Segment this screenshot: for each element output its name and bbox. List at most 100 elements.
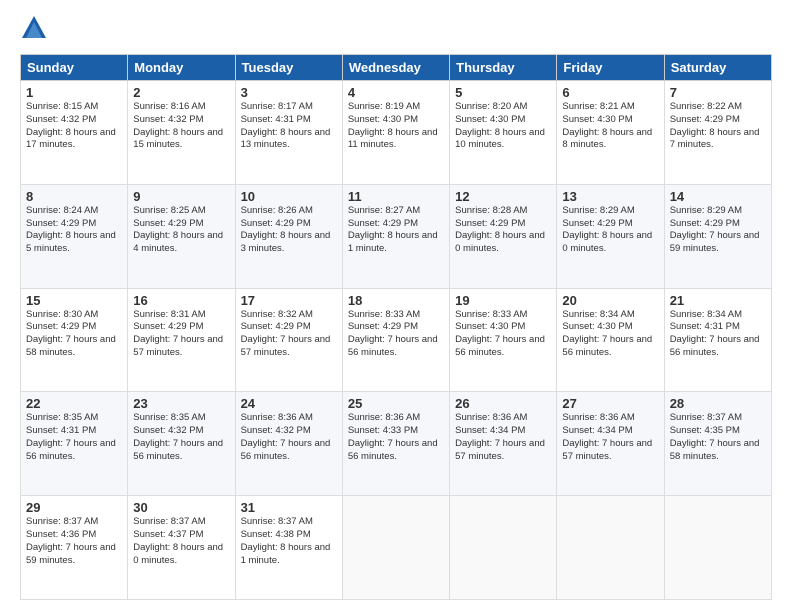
day-number: 13 — [562, 189, 658, 204]
calendar-cell: 23 Sunrise: 8:35 AMSunset: 4:32 PMDaylig… — [128, 392, 235, 496]
calendar-week-row: 8 Sunrise: 8:24 AMSunset: 4:29 PMDayligh… — [21, 184, 772, 288]
day-number: 4 — [348, 85, 444, 100]
day-number: 20 — [562, 293, 658, 308]
day-number: 22 — [26, 396, 122, 411]
day-info: Sunrise: 8:35 AMSunset: 4:32 PMDaylight:… — [133, 412, 229, 463]
day-info: Sunrise: 8:15 AMSunset: 4:32 PMDaylight:… — [26, 101, 122, 152]
day-info: Sunrise: 8:36 AMSunset: 4:32 PMDaylight:… — [241, 412, 337, 463]
calendar-cell: 4 Sunrise: 8:19 AMSunset: 4:30 PMDayligh… — [342, 81, 449, 185]
weekday-header: Wednesday — [342, 55, 449, 81]
day-info: Sunrise: 8:28 AMSunset: 4:29 PMDaylight:… — [455, 205, 551, 256]
calendar-cell: 20 Sunrise: 8:34 AMSunset: 4:30 PMDaylig… — [557, 288, 664, 392]
day-info: Sunrise: 8:24 AMSunset: 4:29 PMDaylight:… — [26, 205, 122, 256]
weekday-header: Saturday — [664, 55, 771, 81]
day-number: 7 — [670, 85, 766, 100]
day-info: Sunrise: 8:33 AMSunset: 4:29 PMDaylight:… — [348, 309, 444, 360]
logo-icon — [20, 14, 48, 42]
day-number: 2 — [133, 85, 229, 100]
calendar-week-row: 15 Sunrise: 8:30 AMSunset: 4:29 PMDaylig… — [21, 288, 772, 392]
calendar-cell: 28 Sunrise: 8:37 AMSunset: 4:35 PMDaylig… — [664, 392, 771, 496]
calendar-week-row: 22 Sunrise: 8:35 AMSunset: 4:31 PMDaylig… — [21, 392, 772, 496]
day-number: 30 — [133, 500, 229, 515]
day-number: 5 — [455, 85, 551, 100]
day-info: Sunrise: 8:37 AMSunset: 4:38 PMDaylight:… — [241, 516, 337, 567]
day-info: Sunrise: 8:16 AMSunset: 4:32 PMDaylight:… — [133, 101, 229, 152]
day-info: Sunrise: 8:25 AMSunset: 4:29 PMDaylight:… — [133, 205, 229, 256]
day-number: 23 — [133, 396, 229, 411]
calendar-cell: 31 Sunrise: 8:37 AMSunset: 4:38 PMDaylig… — [235, 496, 342, 600]
calendar-page: SundayMondayTuesdayWednesdayThursdayFrid… — [0, 0, 792, 612]
calendar-cell: 2 Sunrise: 8:16 AMSunset: 4:32 PMDayligh… — [128, 81, 235, 185]
day-info: Sunrise: 8:27 AMSunset: 4:29 PMDaylight:… — [348, 205, 444, 256]
day-info: Sunrise: 8:29 AMSunset: 4:29 PMDaylight:… — [562, 205, 658, 256]
day-info: Sunrise: 8:32 AMSunset: 4:29 PMDaylight:… — [241, 309, 337, 360]
day-info: Sunrise: 8:34 AMSunset: 4:31 PMDaylight:… — [670, 309, 766, 360]
day-info: Sunrise: 8:35 AMSunset: 4:31 PMDaylight:… — [26, 412, 122, 463]
day-info: Sunrise: 8:37 AMSunset: 4:35 PMDaylight:… — [670, 412, 766, 463]
calendar-cell: 6 Sunrise: 8:21 AMSunset: 4:30 PMDayligh… — [557, 81, 664, 185]
day-number: 12 — [455, 189, 551, 204]
calendar-cell: 1 Sunrise: 8:15 AMSunset: 4:32 PMDayligh… — [21, 81, 128, 185]
weekday-header: Thursday — [450, 55, 557, 81]
calendar-cell: 25 Sunrise: 8:36 AMSunset: 4:33 PMDaylig… — [342, 392, 449, 496]
day-number: 11 — [348, 189, 444, 204]
weekday-header: Tuesday — [235, 55, 342, 81]
day-number: 16 — [133, 293, 229, 308]
calendar-cell: 29 Sunrise: 8:37 AMSunset: 4:36 PMDaylig… — [21, 496, 128, 600]
day-info: Sunrise: 8:20 AMSunset: 4:30 PMDaylight:… — [455, 101, 551, 152]
calendar-cell: 19 Sunrise: 8:33 AMSunset: 4:30 PMDaylig… — [450, 288, 557, 392]
calendar-cell — [450, 496, 557, 600]
day-info: Sunrise: 8:36 AMSunset: 4:34 PMDaylight:… — [562, 412, 658, 463]
day-number: 14 — [670, 189, 766, 204]
day-number: 28 — [670, 396, 766, 411]
day-number: 9 — [133, 189, 229, 204]
weekday-header-row: SundayMondayTuesdayWednesdayThursdayFrid… — [21, 55, 772, 81]
day-number: 21 — [670, 293, 766, 308]
day-number: 26 — [455, 396, 551, 411]
day-number: 31 — [241, 500, 337, 515]
day-number: 3 — [241, 85, 337, 100]
day-info: Sunrise: 8:21 AMSunset: 4:30 PMDaylight:… — [562, 101, 658, 152]
calendar-cell: 21 Sunrise: 8:34 AMSunset: 4:31 PMDaylig… — [664, 288, 771, 392]
weekday-header: Monday — [128, 55, 235, 81]
calendar-cell: 9 Sunrise: 8:25 AMSunset: 4:29 PMDayligh… — [128, 184, 235, 288]
day-number: 29 — [26, 500, 122, 515]
day-number: 24 — [241, 396, 337, 411]
day-number: 6 — [562, 85, 658, 100]
calendar-cell: 26 Sunrise: 8:36 AMSunset: 4:34 PMDaylig… — [450, 392, 557, 496]
logo — [20, 16, 52, 44]
calendar-cell: 5 Sunrise: 8:20 AMSunset: 4:30 PMDayligh… — [450, 81, 557, 185]
calendar-cell: 14 Sunrise: 8:29 AMSunset: 4:29 PMDaylig… — [664, 184, 771, 288]
day-info: Sunrise: 8:36 AMSunset: 4:34 PMDaylight:… — [455, 412, 551, 463]
calendar-cell: 3 Sunrise: 8:17 AMSunset: 4:31 PMDayligh… — [235, 81, 342, 185]
calendar-cell: 7 Sunrise: 8:22 AMSunset: 4:29 PMDayligh… — [664, 81, 771, 185]
calendar-table: SundayMondayTuesdayWednesdayThursdayFrid… — [20, 54, 772, 600]
day-number: 10 — [241, 189, 337, 204]
calendar-week-row: 29 Sunrise: 8:37 AMSunset: 4:36 PMDaylig… — [21, 496, 772, 600]
calendar-cell: 22 Sunrise: 8:35 AMSunset: 4:31 PMDaylig… — [21, 392, 128, 496]
day-info: Sunrise: 8:37 AMSunset: 4:37 PMDaylight:… — [133, 516, 229, 567]
day-number: 25 — [348, 396, 444, 411]
calendar-cell: 8 Sunrise: 8:24 AMSunset: 4:29 PMDayligh… — [21, 184, 128, 288]
day-number: 18 — [348, 293, 444, 308]
day-info: Sunrise: 8:31 AMSunset: 4:29 PMDaylight:… — [133, 309, 229, 360]
day-info: Sunrise: 8:34 AMSunset: 4:30 PMDaylight:… — [562, 309, 658, 360]
calendar-cell: 18 Sunrise: 8:33 AMSunset: 4:29 PMDaylig… — [342, 288, 449, 392]
calendar-cell: 27 Sunrise: 8:36 AMSunset: 4:34 PMDaylig… — [557, 392, 664, 496]
day-info: Sunrise: 8:37 AMSunset: 4:36 PMDaylight:… — [26, 516, 122, 567]
calendar-cell: 30 Sunrise: 8:37 AMSunset: 4:37 PMDaylig… — [128, 496, 235, 600]
weekday-header: Friday — [557, 55, 664, 81]
calendar-cell — [664, 496, 771, 600]
day-info: Sunrise: 8:17 AMSunset: 4:31 PMDaylight:… — [241, 101, 337, 152]
calendar-cell: 16 Sunrise: 8:31 AMSunset: 4:29 PMDaylig… — [128, 288, 235, 392]
day-number: 15 — [26, 293, 122, 308]
calendar-cell: 12 Sunrise: 8:28 AMSunset: 4:29 PMDaylig… — [450, 184, 557, 288]
calendar-cell: 13 Sunrise: 8:29 AMSunset: 4:29 PMDaylig… — [557, 184, 664, 288]
day-info: Sunrise: 8:19 AMSunset: 4:30 PMDaylight:… — [348, 101, 444, 152]
day-info: Sunrise: 8:33 AMSunset: 4:30 PMDaylight:… — [455, 309, 551, 360]
calendar-cell: 10 Sunrise: 8:26 AMSunset: 4:29 PMDaylig… — [235, 184, 342, 288]
calendar-cell: 24 Sunrise: 8:36 AMSunset: 4:32 PMDaylig… — [235, 392, 342, 496]
header — [20, 16, 772, 44]
day-info: Sunrise: 8:36 AMSunset: 4:33 PMDaylight:… — [348, 412, 444, 463]
calendar-cell — [557, 496, 664, 600]
